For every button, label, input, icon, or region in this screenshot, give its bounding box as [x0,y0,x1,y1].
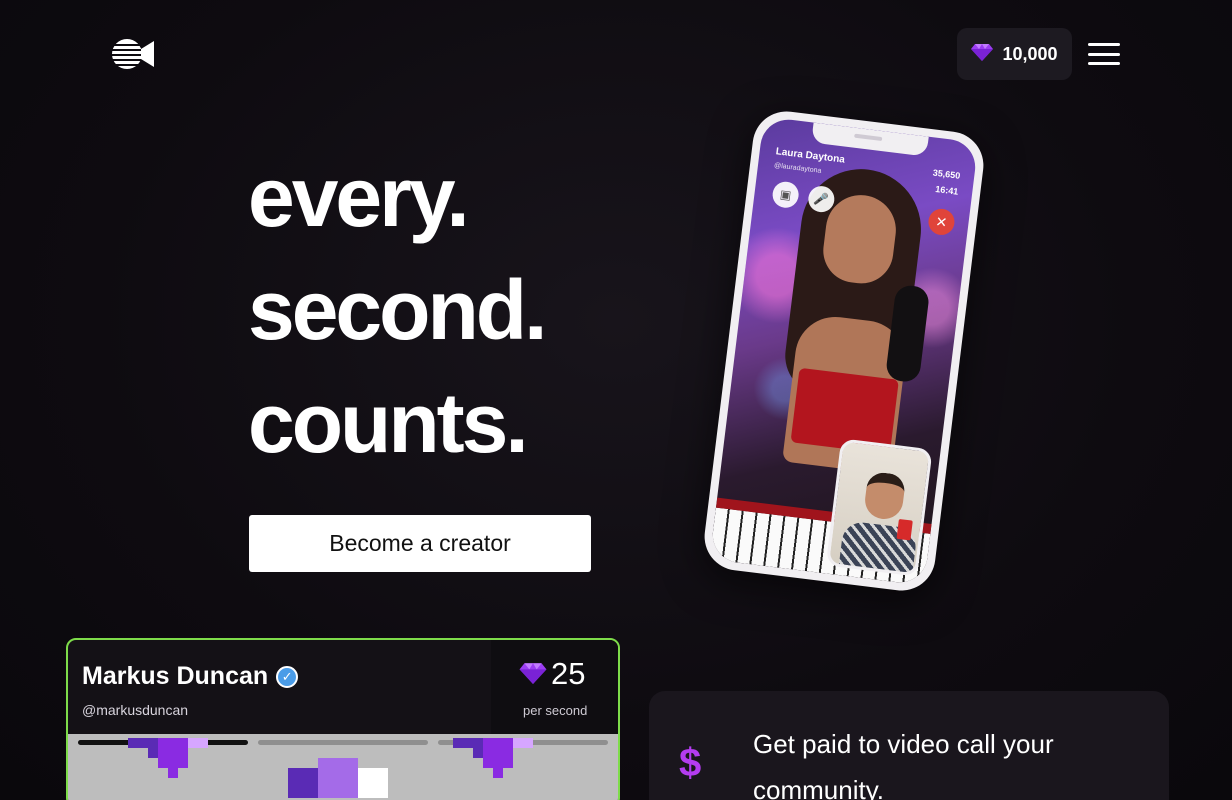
rate-label: per second [523,703,588,718]
creator-name: Markus Duncan [82,662,269,690]
video-call-screen: Laura Daytona @lauradaytona 35,650 16:41… [709,116,979,586]
caller-pip-video [825,438,933,577]
phone-mockup: Laura Daytona @lauradaytona 35,650 16:41… [700,107,988,595]
hamburger-menu-icon[interactable] [1088,40,1120,68]
creator-handle: @markusduncan [82,702,189,718]
rate-box: 25 per second [491,640,618,734]
story-progress-bar [258,740,428,745]
diamond-icon [519,656,547,692]
creator-name-row: Markus Duncan ✓ [82,662,299,691]
pixel-art-decoration [128,738,208,778]
creator-preview-area [68,734,618,800]
balance-amount: 10,000 [1002,43,1058,64]
creator-card[interactable]: Markus Duncan ✓ @markusduncan 25 per sec… [66,638,620,800]
feature-card: $ Get paid to video call your community. [649,691,1169,800]
verified-badge-icon: ✓ [276,665,299,688]
rate-value: 25 [551,656,586,691]
diamond-balance-button[interactable]: 10,000 [957,28,1072,80]
become-creator-button[interactable]: Become a creator [249,515,591,572]
hero-title-line-3: counts. [248,376,529,470]
dollar-icon: $ [679,741,702,785]
hero-title-line-1: every. [248,150,470,244]
diamond-icon [971,43,994,66]
pixel-art-decoration [288,758,388,798]
camera-logo-icon[interactable] [111,38,155,70]
hero-title-line-2: second. [248,263,547,357]
pixel-art-decoration [453,738,533,778]
feature-text: Get paid to video call your community. [753,729,1054,800]
